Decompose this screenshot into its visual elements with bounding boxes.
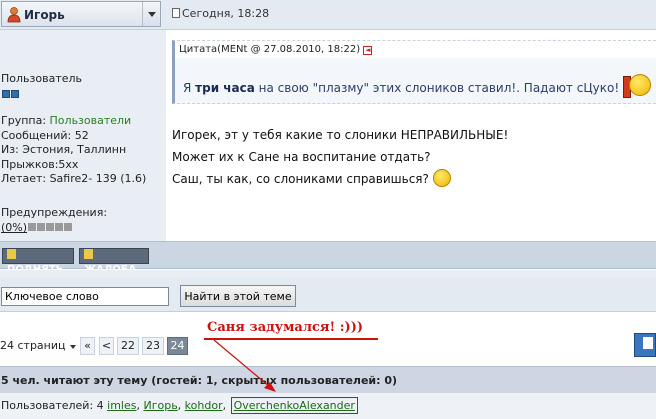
post-link-icon[interactable] — [172, 8, 180, 18]
author-dropdown[interactable]: Игорь — [1, 1, 161, 27]
pages-count-dropdown[interactable]: 24 страниц — [0, 337, 78, 355]
report-button[interactable]: ЖАЛОБА — [79, 248, 149, 275]
user-info: Группа: Пользователи Сообщений: 52 Из: Э… — [1, 114, 146, 187]
user-panel: Пользователь Группа: Пользователи Сообще… — [0, 30, 166, 241]
smiley-icon — [628, 74, 651, 96]
readers-bar: 5 чел. читают эту тему (гостей: 1, скрыт… — [0, 366, 656, 393]
quote-author: Цитата(MENt @ 27.08.2010, 18:22) — [179, 44, 361, 55]
quote-body: Я три часа на свою "плазму" этих слонико… — [172, 58, 656, 104]
quote-header: Цитата(MENt @ 27.08.2010, 18:22) ◄ — [172, 40, 656, 58]
user-messages: Сообщений: 52 — [1, 128, 89, 142]
user-group-link[interactable]: Пользователи — [50, 114, 132, 127]
user-icon — [7, 7, 21, 23]
user-link[interactable]: kohdor — [185, 399, 223, 412]
user-link[interactable]: imles — [107, 399, 136, 412]
current-page: 24 — [167, 337, 188, 355]
user-link-highlighted[interactable]: OverchenkoAlexander — [230, 397, 358, 414]
post-header: Игорь Сегодня, 18:28 — [0, 0, 656, 30]
users-row: Пользователей: 4 imles, Игорь, kohdor, O… — [0, 393, 656, 419]
topic-search-button[interactable]: Найти в этой теме — [180, 285, 296, 307]
quote-bold-text: три часа — [195, 81, 255, 95]
post-actions: ПОДНЯТЬ ЖАЛОБА — [0, 241, 656, 275]
user-from: Из: Эстония, Таллинн — [1, 143, 127, 156]
divider — [0, 270, 656, 278]
thinking-smiley-icon — [432, 169, 451, 187]
user-group: Группа: Пользователи — [1, 114, 132, 127]
user-role: Пользователь — [1, 72, 83, 85]
up-arrow-icon — [7, 249, 16, 259]
pagination: Саня задумался! :))) 24 страниц « < 22 2… — [0, 313, 656, 365]
author-name[interactable]: Игорь — [24, 8, 65, 22]
quote-jump-icon[interactable]: ◄ — [363, 46, 373, 55]
post-date-text: Сегодня, 18:28 — [182, 7, 270, 20]
post-body: Цитата(MENt @ 27.08.2010, 18:22) ◄ Я три… — [166, 30, 656, 241]
bump-button[interactable]: ПОДНЯТЬ — [2, 248, 74, 275]
warnings: Предупреждения: (0%) — [1, 206, 107, 235]
search-row: Найти в этой теме — [0, 278, 656, 312]
user-link[interactable]: Игорь — [143, 399, 177, 412]
prev-page-button[interactable]: < — [99, 337, 114, 355]
annotation-underline — [204, 338, 378, 340]
users-label: Пользователей: 4 — [1, 399, 108, 412]
chevron-down-icon[interactable] — [142, 2, 160, 26]
post-date: Сегодня, 18:28 — [172, 7, 269, 20]
warnings-label: Предупреждения: — [1, 206, 108, 219]
topic-search-input[interactable] — [1, 287, 169, 306]
reply-icon[interactable] — [634, 333, 656, 357]
page-link[interactable]: 22 — [117, 337, 139, 355]
post-line: Игорек, эт у тебя какие то слоники НЕПРА… — [172, 128, 509, 142]
post-line: Саш, ты как, со слониками справишься? — [172, 168, 508, 190]
post-line: Может их к Сане на воспитание отдать? — [172, 150, 431, 164]
readers-title: 5 чел. читают эту тему (гостей: 1, скрыт… — [1, 374, 398, 387]
rank-icon — [2, 88, 20, 101]
users-line: Пользователей: 4 imles, Игорь, kohdor, O… — [1, 397, 358, 414]
warnings-bar[interactable]: (0%) — [1, 220, 107, 235]
warning-icon — [84, 249, 93, 259]
user-flies: Летает: Safire2- 139 (1.6) — [1, 172, 147, 185]
page-link[interactable]: 23 — [142, 337, 164, 355]
warnings-value[interactable]: (0%) — [1, 221, 27, 235]
annotation-text: Саня задумался! :))) — [207, 320, 364, 335]
first-page-button[interactable]: « — [80, 337, 95, 355]
user-jumps: Прыжков:5xx — [1, 157, 79, 171]
post-text: Игорек, эт у тебя какие то слоники НЕПРА… — [172, 124, 508, 190]
